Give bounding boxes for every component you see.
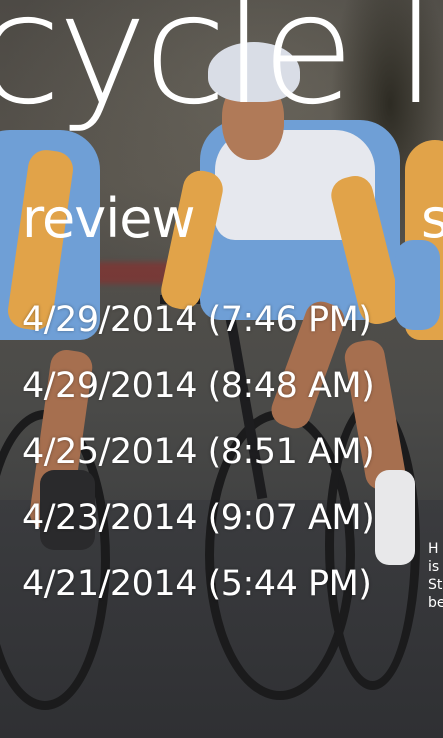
log-item[interactable]: 4/29/2014 (8:48 AM)	[22, 364, 375, 408]
peek-line: St	[428, 577, 443, 593]
peek-line: be	[428, 595, 443, 611]
next-page-peek-text: H is St be	[428, 540, 443, 612]
log-item[interactable]: 4/23/2014 (9:07 AM)	[22, 496, 375, 540]
app-screen: cycle log review s 4/29/2014 (7:46 PM) 4…	[0, 0, 443, 738]
peek-line: H	[428, 541, 439, 557]
cyclist-right-arm	[395, 240, 440, 330]
log-item[interactable]: 4/21/2014 (5:44 PM)	[22, 562, 374, 606]
app-title: cycle log	[0, 0, 443, 138]
log-item[interactable]: 4/25/2014 (8:51 AM)	[22, 430, 375, 474]
pivot-header-review[interactable]: review	[22, 192, 196, 246]
log-item[interactable]: 4/29/2014 (7:46 PM)	[22, 298, 374, 342]
peek-line: is	[428, 559, 440, 575]
log-list: 4/29/2014 (7:46 PM) 4/29/2014 (8:48 AM) …	[22, 298, 375, 628]
pivot-header-next[interactable]: s	[421, 192, 443, 246]
